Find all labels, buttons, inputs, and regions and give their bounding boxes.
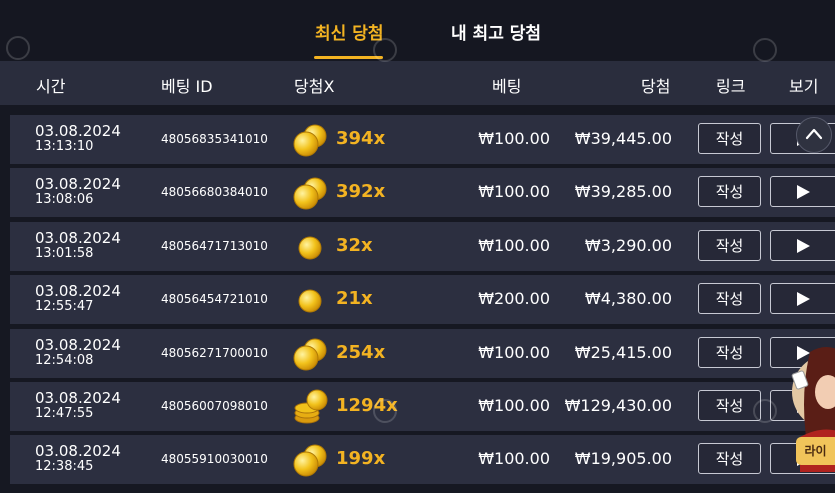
watermark-icon <box>753 399 777 423</box>
write-button[interactable]: 작성 <box>698 337 761 368</box>
row-multiplier: 21x <box>336 288 373 309</box>
chevron-up-icon <box>805 128 823 140</box>
write-button[interactable]: 작성 <box>698 123 761 154</box>
scroll-top-button[interactable] <box>796 117 832 153</box>
play-button[interactable] <box>770 176 835 207</box>
row-multiplier: 394x <box>336 128 386 149</box>
row-date: 03.08.2024 <box>35 336 121 354</box>
row-multiplier: 32x <box>336 235 373 256</box>
row-multiplier: 199x <box>336 448 386 469</box>
header-link: 링크 <box>716 77 746 96</box>
row-bet-amount: ₩100.00 <box>478 236 550 255</box>
table-row: 03.08.2024 12:55:47 48056454721010 21x ₩200.… <box>10 275 835 324</box>
header-bet-id: 베팅 ID <box>161 77 213 96</box>
watermark-icon <box>373 399 397 423</box>
row-bet-id: 48055910030010 <box>161 452 268 466</box>
play-button[interactable] <box>770 230 835 261</box>
row-date: 03.08.2024 <box>35 389 121 407</box>
table-row: 03.08.2024 13:13:10 48056835341010 394x ₩100… <box>10 115 835 164</box>
row-bet-id: 48056454721010 <box>161 292 268 306</box>
play-icon <box>797 292 810 306</box>
gold-coin-icon <box>298 236 322 260</box>
table-row: 03.08.2024 13:08:06 48056680384010 392x ₩100… <box>10 168 835 217</box>
watermark-icon <box>373 38 397 62</box>
row-date: 03.08.2024 <box>35 175 121 193</box>
row-bet-id: 48056007098010 <box>161 399 268 413</box>
row-date: 03.08.2024 <box>35 229 121 247</box>
row-win-amount: ₩25,415.00 <box>574 343 672 362</box>
header-bet: 베팅 <box>492 77 522 96</box>
gold-coin-icon <box>298 289 322 313</box>
gold-coin-icon <box>293 177 327 210</box>
play-button[interactable] <box>770 283 835 314</box>
row-bet-id: 48056271700010 <box>161 346 268 360</box>
row-time: 13:13:10 <box>35 139 94 154</box>
row-date: 03.08.2024 <box>35 122 121 140</box>
row-date: 03.08.2024 <box>35 282 121 300</box>
watermark-icon <box>753 38 777 62</box>
row-bet-amount: ₩100.00 <box>478 396 550 415</box>
row-bet-amount: ₩100.00 <box>478 182 550 201</box>
gold-coin-icon <box>294 389 328 424</box>
row-win-amount: ₩129,430.00 <box>564 396 672 415</box>
gold-coin-icon <box>293 338 327 371</box>
header-time: 시간 <box>36 77 66 96</box>
header-multiplier: 당첨X <box>294 77 335 96</box>
tab-bar: 최신 당첨 내 최고 당첨 <box>0 0 835 60</box>
header-win: 당첨 <box>641 77 671 96</box>
row-bet-id: 48056471713010 <box>161 239 268 253</box>
table-header: 시간 베팅 ID 당첨X 베팅 당첨 링크 보기 <box>0 61 835 105</box>
row-win-amount: ₩19,905.00 <box>574 449 672 468</box>
row-multiplier: 254x <box>336 342 386 363</box>
table-row: 03.08.2024 13:01:58 48056471713010 32x ₩100.… <box>10 222 835 271</box>
row-bet-amount: ₩200.00 <box>478 289 550 308</box>
row-time: 13:01:58 <box>35 246 94 261</box>
row-time: 12:54:08 <box>35 353 94 368</box>
row-bet-id: 48056835341010 <box>161 132 268 146</box>
row-time: 12:55:47 <box>35 299 94 314</box>
row-multiplier: 392x <box>336 181 386 202</box>
row-bet-amount: ₩100.00 <box>478 129 550 148</box>
write-button[interactable]: 작성 <box>698 443 761 474</box>
header-view: 보기 <box>789 77 819 96</box>
row-time: 12:47:55 <box>35 406 94 421</box>
play-icon <box>797 185 810 199</box>
row-time: 13:08:06 <box>35 192 94 207</box>
row-win-amount: ₩39,445.00 <box>574 129 672 148</box>
live-widget-label[interactable]: 라이 <box>796 437 835 465</box>
row-win-amount: ₩4,380.00 <box>584 289 672 308</box>
play-icon <box>797 239 810 253</box>
watermark-icon <box>6 36 30 60</box>
row-bet-id: 48056680384010 <box>161 185 268 199</box>
table-row: 03.08.2024 12:54:08 48056271700010 254x ₩100… <box>10 329 835 378</box>
gold-coin-icon <box>293 444 327 477</box>
row-bet-amount: ₩100.00 <box>478 343 550 362</box>
row-win-amount: ₩3,290.00 <box>584 236 672 255</box>
tab-my-top-wins[interactable]: 내 최고 당첨 <box>451 19 541 44</box>
write-button[interactable]: 작성 <box>698 176 761 207</box>
row-time: 12:38:45 <box>35 459 94 474</box>
write-button[interactable]: 작성 <box>698 283 761 314</box>
row-date: 03.08.2024 <box>35 442 121 460</box>
table-row: 03.08.2024 12:47:55 48056007098010 1294x ₩10… <box>10 382 835 431</box>
table-row: 03.08.2024 12:38:45 48055910030010 199x ₩100… <box>10 435 835 484</box>
write-button[interactable]: 작성 <box>698 230 761 261</box>
gold-coin-icon <box>293 124 327 157</box>
row-win-amount: ₩39,285.00 <box>574 182 672 201</box>
row-bet-amount: ₩100.00 <box>478 449 550 468</box>
